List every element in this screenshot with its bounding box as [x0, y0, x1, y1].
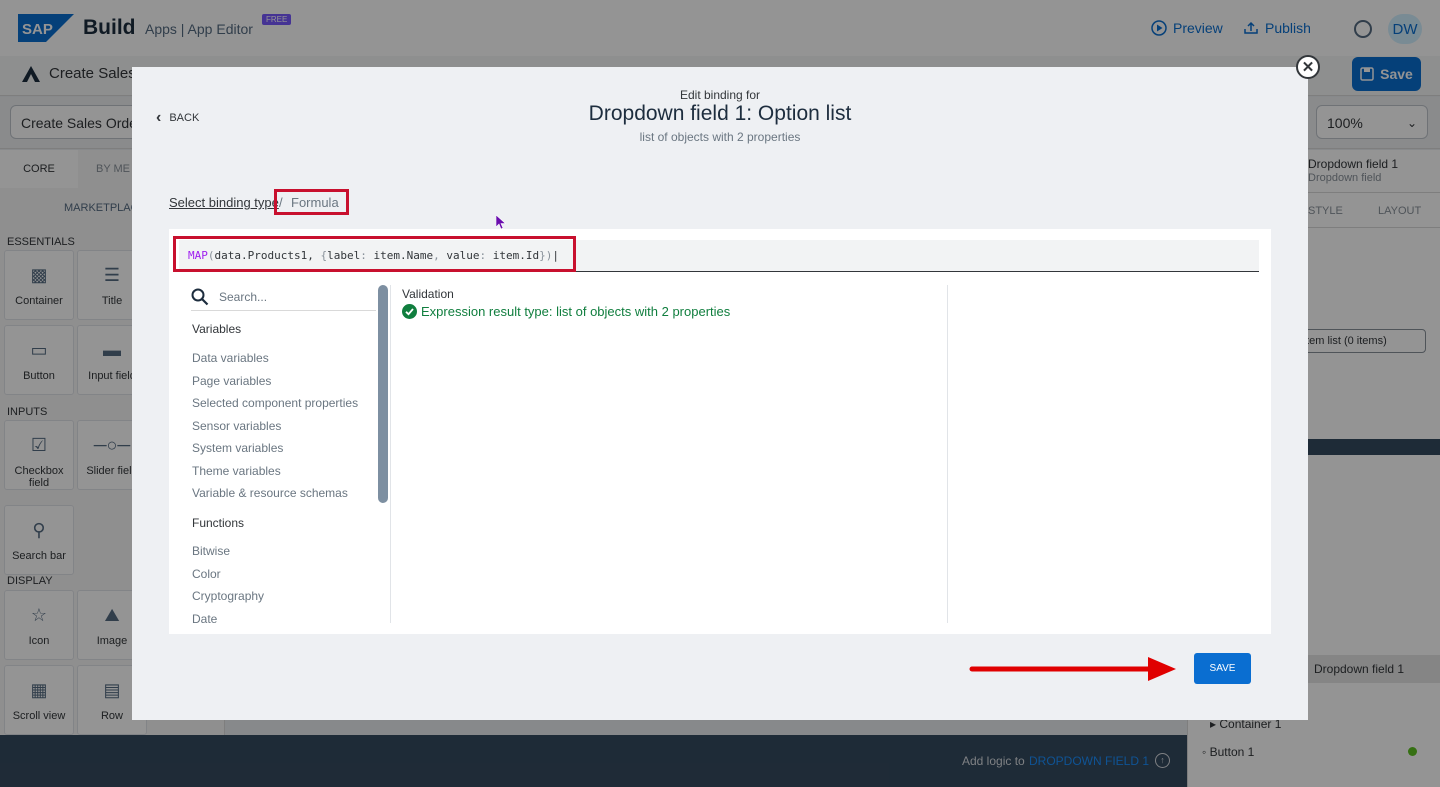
library-scrollbar[interactable]	[378, 285, 388, 503]
validation-result: Expression result type: list of objects …	[402, 304, 730, 319]
variables-heading: Variables	[192, 322, 242, 336]
list-item[interactable]: Sensor variables	[192, 419, 281, 433]
column-divider	[390, 285, 391, 623]
list-item[interactable]: Data variables	[192, 351, 269, 365]
dialog-subtitle: list of objects with 2 properties	[639, 130, 801, 144]
list-item[interactable]: Page variables	[192, 374, 271, 388]
list-item[interactable]: Cryptography	[192, 589, 264, 603]
annotation-arrow-icon	[969, 657, 1176, 681]
edit-binding-dialog: ‹ BACK Edit binding for Dropdown field 1…	[132, 67, 1308, 720]
functions-heading: Functions	[192, 516, 245, 530]
annotation-highlight-expression	[173, 236, 576, 272]
close-dialog-button[interactable]: ✕	[1296, 55, 1320, 79]
list-item[interactable]: Color	[192, 567, 221, 581]
library-search-input[interactable]: Search...	[191, 285, 376, 311]
list-item[interactable]: Bitwise	[192, 544, 230, 558]
list-item[interactable]: Theme variables	[192, 464, 281, 478]
list-item[interactable]: Selected component properties	[192, 396, 358, 410]
mouse-cursor-icon	[496, 215, 506, 230]
list-item[interactable]: Date	[192, 612, 217, 623]
validation-message: Expression result type: list of objects …	[421, 304, 731, 319]
list-item[interactable]: System variables	[192, 441, 283, 455]
list-item[interactable]: Variable & resource schemas	[192, 486, 348, 500]
annotation-highlight-formula	[274, 189, 349, 215]
dialog-pre-title: Edit binding for	[679, 88, 761, 102]
function-library: Search... Variables Data variables Page …	[179, 285, 389, 623]
check-circle-icon	[402, 304, 417, 319]
select-binding-type-link[interactable]: Select binding type	[169, 195, 279, 210]
validation-label: Validation	[402, 287, 454, 301]
column-divider	[947, 285, 948, 623]
dialog-save-button[interactable]: SAVE	[1194, 653, 1251, 684]
close-icon: ✕	[1301, 59, 1315, 76]
dialog-title: Dropdown field 1: Option list	[588, 102, 852, 125]
formula-editor-panel: MAP(data.Products1, {label: item.Name, v…	[169, 229, 1271, 634]
